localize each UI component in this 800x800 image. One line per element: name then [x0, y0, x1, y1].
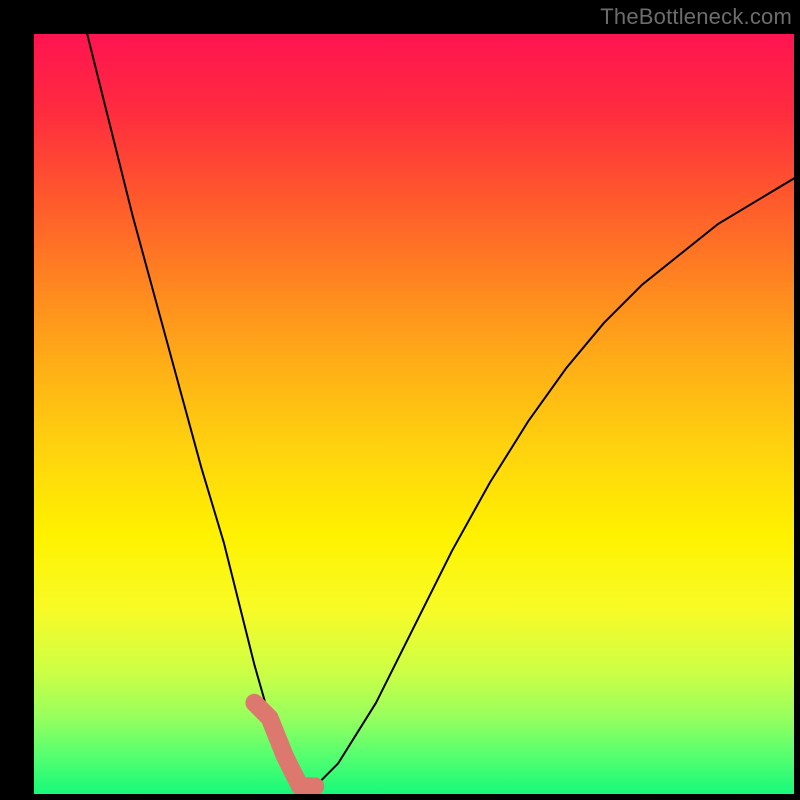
bottleneck-curve: [87, 34, 794, 786]
chart-overlay: [34, 34, 794, 794]
watermark-text: TheBottleneck.com: [600, 4, 792, 30]
optimal-zone-marker: [254, 703, 315, 787]
chart-frame: TheBottleneck.com: [0, 0, 800, 800]
plot-area: [34, 34, 794, 794]
